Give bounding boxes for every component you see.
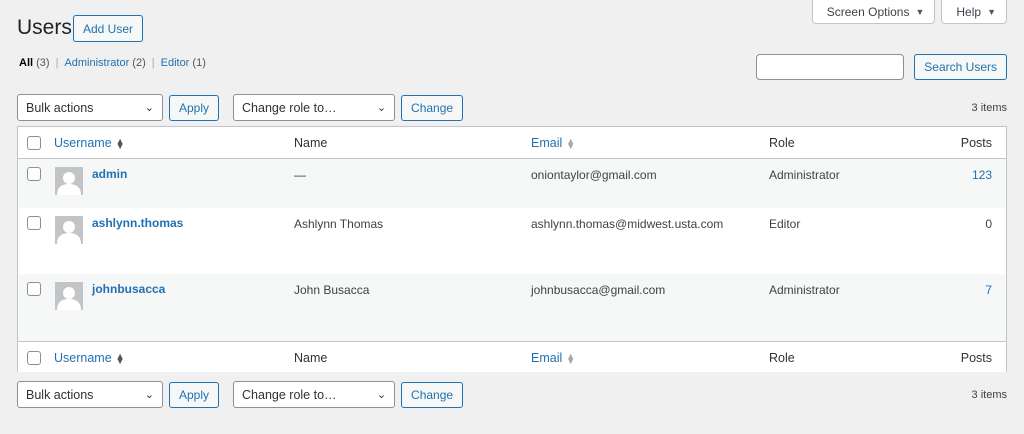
column-role-header: Role (769, 136, 795, 150)
user-email-link[interactable]: ashlynn.thomas@midwest.usta.com (531, 217, 723, 231)
column-email-header[interactable]: Email ▲ ▼ (531, 136, 575, 150)
sort-arrows-icon: ▲ ▼ (115, 350, 125, 366)
change-role-button[interactable]: Change (401, 381, 464, 408)
user-posts-link[interactable]: 123 (972, 168, 992, 182)
items-count: 3 items (971, 388, 1007, 401)
column-username-label: Username (54, 351, 112, 365)
table-header: Username ▲ ▼ Name Email ▲ ▼ Role Posts (18, 127, 1006, 159)
table-row: admin — oniontaylor@gmail.com Administra… (18, 159, 1006, 208)
screen-meta-links: Screen Options ▼ Help ▼ (811, 0, 1007, 24)
help-button[interactable]: Help ▼ (941, 0, 1007, 24)
user-role: Administrator (769, 168, 840, 182)
column-posts-header: Posts (960, 136, 992, 150)
users-table: Username ▲ ▼ Name Email ▲ ▼ Role Posts admin… (17, 126, 1007, 372)
filter-all[interactable]: All (3) (19, 57, 50, 69)
change-role-value: Change role to… (242, 387, 337, 402)
chevron-down-icon: ⌄ (376, 389, 387, 401)
column-username-label: Username (54, 136, 112, 150)
change-role-select[interactable]: Change role to… ⌄ (233, 94, 396, 121)
help-label: Help (956, 4, 982, 19)
tablenav-top: Bulk actions ⌄ Apply Change role to… ⌄ C… (17, 94, 1007, 121)
chevron-down-icon: ⌄ (376, 102, 387, 114)
sort-arrows-icon: ▲ ▼ (566, 350, 576, 366)
bulk-actions-value: Bulk actions (26, 387, 94, 402)
change-role-button[interactable]: Change (401, 94, 464, 121)
column-role-footer: Role (769, 351, 795, 365)
username-link[interactable]: ashlynn.thomas (92, 216, 183, 230)
user-name: John Busacca (294, 283, 370, 297)
user-name: Ashlynn Thomas (294, 217, 384, 231)
user-role: Administrator (769, 283, 840, 297)
chevron-down-icon: ⌄ (144, 389, 154, 401)
default-avatar-icon (55, 282, 83, 310)
items-count: 3 items (971, 101, 1007, 114)
row-checkbox[interactable] (27, 216, 41, 230)
filter-separator: | (55, 57, 59, 69)
bulk-actions-select[interactable]: Bulk actions ⌄ (17, 381, 163, 408)
role-filter-links: All (3) | Administrator (2) | Editor (1) (19, 57, 206, 69)
filter-editor[interactable]: Editor (1) (161, 57, 206, 69)
column-email-label: Email (531, 136, 563, 150)
chevron-down-icon: ⌄ (144, 102, 154, 114)
apply-button[interactable]: Apply (169, 94, 220, 121)
tablenav-bottom: Bulk actions ⌄ Apply Change role to… ⌄ C… (17, 381, 1007, 408)
username-link[interactable]: admin (92, 167, 127, 181)
filter-all-label: All (19, 57, 34, 69)
caret-down-icon: ▼ (987, 6, 996, 17)
filter-administrator-count: (2) (132, 57, 146, 69)
row-checkbox[interactable] (27, 167, 41, 181)
column-email-footer[interactable]: Email ▲ ▼ (531, 351, 575, 365)
default-avatar-icon (55, 216, 83, 244)
sort-arrows-icon: ▲ ▼ (566, 135, 576, 151)
user-name: — (294, 168, 306, 182)
user-email-link[interactable]: oniontaylor@gmail.com (531, 168, 657, 182)
filter-administrator-label: Administrator (64, 57, 130, 69)
column-email-label: Email (531, 351, 563, 365)
column-name-header: Name (294, 136, 328, 150)
default-avatar-icon (55, 167, 83, 195)
page-title: Users (17, 16, 72, 39)
search-box: Search Users (756, 54, 1007, 80)
row-checkbox[interactable] (27, 282, 41, 296)
search-users-button[interactable]: Search Users (914, 54, 1007, 80)
user-posts-link[interactable]: 7 (985, 283, 992, 297)
screen-options-button[interactable]: Screen Options ▼ (811, 0, 936, 24)
filter-editor-count: (1) (192, 57, 206, 69)
filter-administrator[interactable]: Administrator (2) (64, 57, 145, 69)
filter-all-count: (3) (36, 57, 50, 69)
caret-down-icon: ▼ (915, 6, 925, 17)
change-role-value: Change role to… (242, 100, 337, 115)
bulk-actions-select[interactable]: Bulk actions ⌄ (17, 94, 163, 121)
column-name-footer: Name (294, 351, 328, 365)
user-role: Editor (769, 217, 801, 231)
filter-separator: | (151, 57, 155, 69)
add-user-button[interactable]: Add User (73, 15, 144, 42)
table-row: ashlynn.thomas Ashlynn Thomas ashlynn.th… (18, 208, 1006, 274)
user-email-link[interactable]: johnbusacca@gmail.com (531, 283, 665, 297)
sort-arrows-icon: ▲ ▼ (115, 135, 125, 151)
username-link[interactable]: johnbusacca (92, 282, 165, 296)
table-footer: Username ▲ ▼ Name Email ▲ ▼ Role Posts (18, 341, 1006, 372)
select-all-checkbox[interactable] (27, 351, 41, 365)
column-posts-footer: Posts (960, 351, 992, 365)
search-input[interactable] (756, 54, 905, 80)
filter-editor-label: Editor (160, 57, 190, 69)
column-username-footer[interactable]: Username ▲ ▼ (54, 351, 125, 365)
select-all-checkbox[interactable] (27, 136, 41, 150)
bulk-actions-value: Bulk actions (26, 100, 94, 115)
user-posts-count: 0 (985, 217, 992, 231)
table-row: johnbusacca John Busacca johnbusacca@gma… (18, 274, 1006, 341)
screen-options-label: Screen Options (826, 4, 910, 19)
apply-button[interactable]: Apply (169, 381, 220, 408)
change-role-select[interactable]: Change role to… ⌄ (233, 381, 396, 408)
column-username-header[interactable]: Username ▲ ▼ (54, 136, 125, 150)
